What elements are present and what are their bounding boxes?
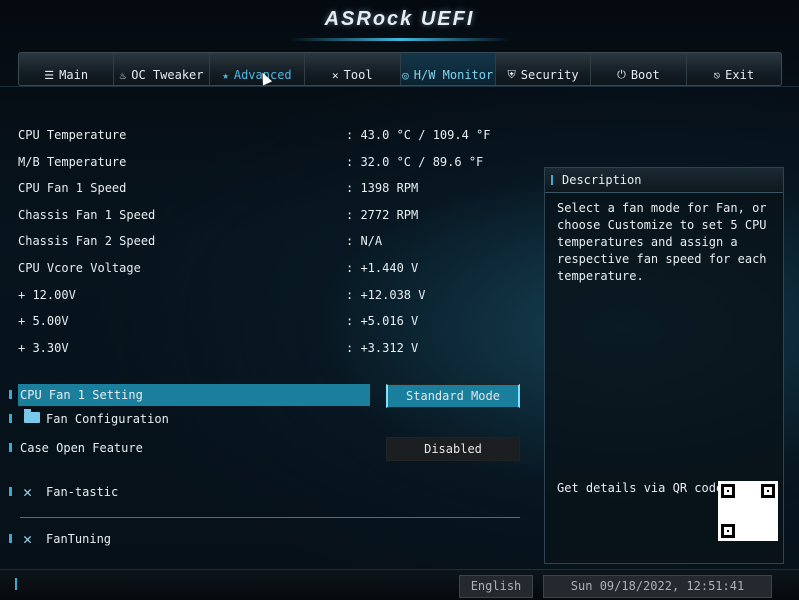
- row-marker: [9, 414, 12, 423]
- tab-oc-tweaker[interactable]: ♨ OC Tweaker: [114, 53, 210, 85]
- star-icon: ★: [222, 69, 229, 82]
- description-header: Description: [545, 168, 783, 193]
- case-open-select[interactable]: Disabled: [386, 437, 520, 461]
- tab-label: Boot: [630, 68, 660, 82]
- power-icon: ⏻: [617, 68, 626, 81]
- datetime-display: Sun 09/18/2022, 12:51:41: [543, 575, 772, 598]
- qr-finder: [721, 524, 735, 538]
- fan-tuning-row[interactable]: ✕ FanTuning: [9, 528, 519, 550]
- description-text: Select a fan mode for Fan, or choose Cus…: [557, 201, 767, 283]
- hw-row-cpu-fan-speed: CPU Fan 1 Speed : 1398 RPM: [18, 177, 538, 204]
- hw-row-cpu-vcore: CPU Vcore Voltage : +1.440 V: [18, 257, 538, 284]
- header-marker: [551, 175, 553, 185]
- fan-tuning-label: FanTuning: [46, 532, 112, 546]
- hw-value: : +3.312 V: [346, 340, 419, 355]
- case-open-feature-label: Case Open Feature: [20, 441, 143, 455]
- hw-label: + 3.30V: [18, 340, 69, 355]
- qr-label: Get details via QR code: [557, 481, 724, 495]
- fan-configuration-label: Fan Configuration: [46, 412, 169, 426]
- fan-tastic-label: Fan-tastic: [46, 485, 119, 499]
- hw-value: : 32.0 °C / 89.6 °F: [346, 154, 484, 169]
- hw-value: : 2772 RPM: [346, 207, 419, 222]
- hw-label: Chassis Fan 1 Speed: [18, 207, 156, 222]
- footer-marker: [15, 578, 17, 590]
- header-separator: [0, 86, 799, 87]
- hw-row-chassis-fan-1: Chassis Fan 1 Speed : 2772 RPM: [18, 204, 538, 231]
- row-marker: [9, 443, 12, 452]
- hw-label: CPU Vcore Voltage: [18, 260, 141, 275]
- tab-label: Tool: [343, 68, 373, 82]
- tab-tool[interactable]: ✕ Tool: [305, 53, 401, 85]
- hw-value: : +12.038 V: [346, 287, 426, 302]
- tab-label: OC Tweaker: [131, 68, 204, 82]
- description-title: Description: [562, 173, 642, 187]
- hw-label: M/B Temperature: [18, 154, 127, 169]
- qr-finder: [761, 484, 775, 498]
- tab-bar: ☰ Main ♨ OC Tweaker ★ Advanced ✕ Tool ◎ H/W M…: [18, 52, 782, 86]
- fan-configuration-row[interactable]: Fan Configuration: [9, 408, 519, 430]
- hw-value: : N/A: [346, 234, 383, 249]
- cpu-fan-setting-label: CPU Fan 1 Setting: [20, 388, 143, 402]
- fan-tastic-row[interactable]: ✕ Fan-tastic: [9, 481, 519, 503]
- hw-row-cpu-temperature: CPU Temperature : 43.0 °C / 109.4 °F: [18, 124, 538, 151]
- footer-bar: English Sun 09/18/2022, 12:51:41: [0, 569, 799, 600]
- cpu-fan-mode-select[interactable]: Standard Mode: [386, 384, 520, 408]
- hw-label: CPU Temperature: [18, 128, 127, 142]
- hw-value: : 1398 RPM: [346, 181, 419, 196]
- hw-label: + 12.00V: [18, 287, 76, 302]
- case-open-feature-row[interactable]: Case Open Feature Disabled: [9, 437, 520, 461]
- row-marker: [9, 534, 12, 543]
- hw-label: + 5.00V: [18, 314, 69, 329]
- row-marker: [9, 487, 12, 496]
- language-button[interactable]: English: [459, 575, 533, 598]
- hw-row-chassis-fan-2: Chassis Fan 2 Speed : N/A: [18, 230, 538, 257]
- hw-row-5v: + 5.00V : +5.016 V: [18, 310, 538, 337]
- uefi-title: ASRock UEFI: [324, 8, 475, 30]
- tab-exit[interactable]: ⎋ Exit: [686, 53, 781, 85]
- flame-icon: ♨: [119, 69, 127, 82]
- title-glow: [290, 38, 510, 41]
- monitor-icon: ◎: [402, 69, 409, 82]
- folder-icon: [24, 409, 40, 423]
- hw-label: CPU Fan 1 Speed: [18, 181, 127, 196]
- tab-security[interactable]: ⛨ Security: [495, 53, 592, 85]
- hw-row-mb-temperature: M/B Temperature : 32.0 °C / 89.6 °F: [18, 151, 538, 178]
- qr-code-icon: [718, 481, 778, 541]
- tab-advanced[interactable]: ★ Advanced: [209, 53, 306, 85]
- tab-label: H/W Monitor: [413, 68, 494, 82]
- row-marker: [9, 390, 12, 399]
- hw-value: : +1.440 V: [346, 260, 419, 275]
- tab-boot[interactable]: ⏻ Boot: [591, 53, 687, 85]
- hw-row-12v: + 12.00V : +12.038 V: [18, 284, 538, 311]
- hw-value: : 43.0 °C / 109.4 °F: [346, 128, 491, 142]
- hw-value: : +5.016 V: [346, 314, 419, 329]
- tab-main[interactable]: ☰ Main: [19, 53, 115, 85]
- wrench-icon: ✕: [23, 530, 33, 548]
- hw-monitor-list: CPU Temperature : 43.0 °C / 109.4 °F M/B …: [18, 124, 538, 363]
- tab-label: Exit: [725, 68, 755, 82]
- cpu-fan-setting-row[interactable]: CPU Fan 1 Setting Standard Mode: [9, 384, 520, 408]
- hw-row-3-3v: + 3.30V : +3.312 V: [18, 337, 538, 364]
- list-icon: ☰: [44, 69, 55, 82]
- qr-finder: [721, 484, 735, 498]
- shield-icon: ⛨: [507, 68, 516, 81]
- exit-icon: ⎋: [713, 69, 721, 82]
- tool-icon: ✕: [332, 69, 339, 82]
- section-divider: [20, 517, 520, 518]
- wrench-icon: ✕: [23, 483, 33, 501]
- tab-hw-monitor[interactable]: ◎ H/W Monitor: [400, 53, 496, 85]
- tab-label: Main: [59, 68, 89, 82]
- description-panel: Description Select a fan mode for Fan, o…: [544, 167, 784, 564]
- tab-label: Security: [520, 68, 579, 82]
- hw-label: Chassis Fan 2 Speed: [18, 234, 156, 249]
